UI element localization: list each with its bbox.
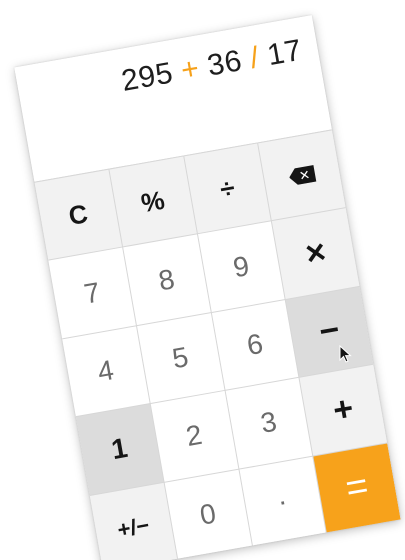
digit-5-button[interactable]: 5 [136,313,225,404]
digit-6-button[interactable]: 6 [211,299,299,391]
mouse-cursor-icon [339,345,352,363]
backspace-button[interactable]: ✕ [258,130,346,221]
digit-7-button[interactable]: 7 [48,247,136,339]
clear-button[interactable]: C [34,169,122,260]
expression-num-1: 295 [118,54,185,98]
multiply-button[interactable]: × [272,208,360,299]
sign-toggle-button[interactable]: +/− [89,482,177,560]
backspace-icon-glyph: ✕ [297,166,312,184]
digit-2-button[interactable]: 2 [150,391,238,482]
digit-8-button[interactable]: 8 [122,234,211,326]
stage: 295 + 36 / 17 C % ÷ ✕ 7 8 9 × 4 5 6 − 1 … [0,0,405,560]
divide-button[interactable]: ÷ [183,143,272,234]
digit-1-button[interactable]: 1 [75,404,164,495]
expression-num-2: 36 [196,42,254,85]
expression-num-3: 17 [256,33,305,74]
digit-9-button[interactable]: 9 [197,221,285,312]
equals-button[interactable]: = [313,443,401,534]
percent-button[interactable]: % [109,156,197,247]
digit-4-button[interactable]: 4 [62,326,150,417]
calculator: 295 + 36 / 17 C % ÷ ✕ 7 8 9 × 4 5 6 − 1 … [14,15,401,560]
plus-button[interactable]: + [299,364,387,456]
backspace-icon: ✕ [288,165,317,186]
digit-3-button[interactable]: 3 [225,378,313,469]
decimal-button[interactable]: · [238,456,327,547]
minus-button[interactable]: − [285,286,374,377]
digit-0-button[interactable]: 0 [164,469,252,560]
